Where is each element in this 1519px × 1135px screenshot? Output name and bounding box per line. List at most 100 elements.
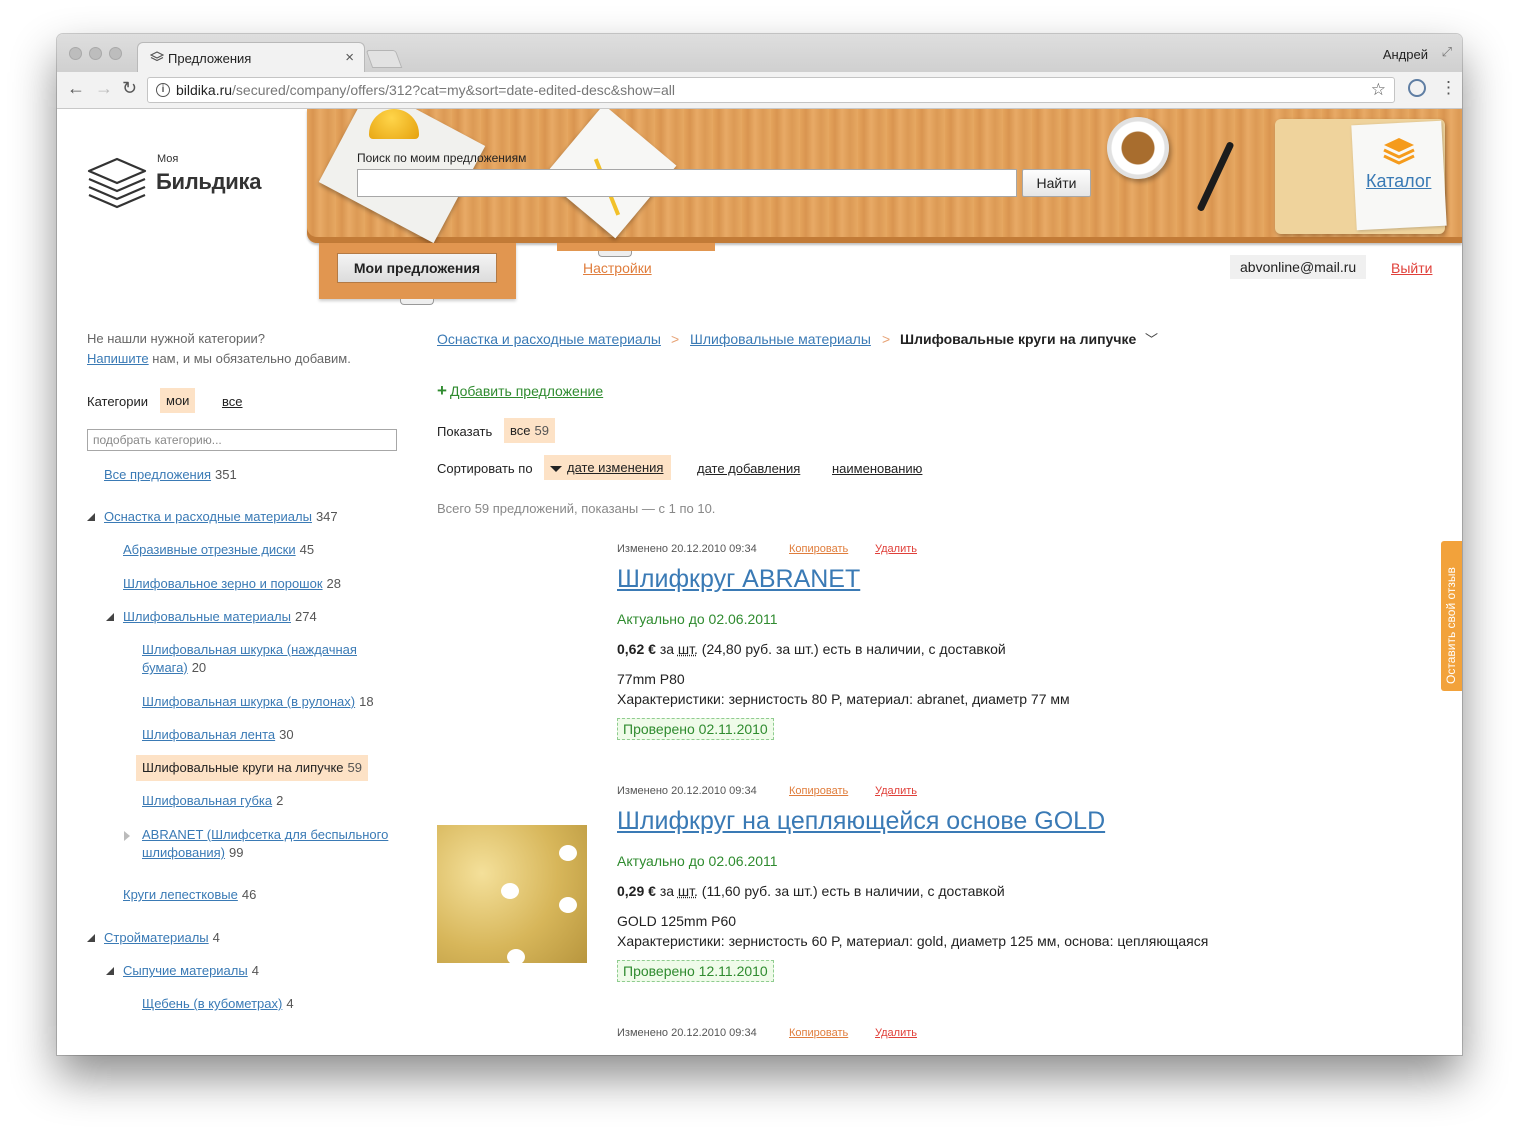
copy-offer-link[interactable]: Копировать — [789, 1027, 848, 1039]
tree-item-velcro-discs[interactable]: Шлифовальные круги на липучке 59 — [136, 755, 369, 781]
offer-checked-badge: Проверено 02.11.2010 — [617, 718, 774, 740]
drawer-handle — [400, 299, 434, 305]
delete-offer-link[interactable]: Удалить — [875, 543, 917, 555]
browser-window: Предложения × Андрей ⤢ ← → ↻ i bildika.r… — [57, 34, 1462, 1055]
offer-name: GOLD 125mm P60 — [617, 913, 737, 929]
catalog-link[interactable]: Каталог — [1366, 171, 1431, 192]
settings-link[interactable]: Настройки — [583, 260, 652, 276]
close-window-button[interactable] — [69, 47, 82, 60]
delete-offer-link[interactable]: Удалить — [875, 785, 917, 797]
sort-by-name[interactable]: наименованию — [832, 461, 922, 476]
offer-modified-date: Изменено 20.12.2010 09:34 — [617, 785, 757, 797]
browser-tab[interactable]: Предложения × — [137, 42, 365, 72]
sort-by-date-edited[interactable]: дате изменения — [544, 455, 672, 480]
extension-icon[interactable] — [1408, 79, 1426, 97]
category-filter-input[interactable] — [87, 429, 397, 451]
offer-specs: Характеристики: зернистость 60 P, матери… — [617, 933, 1209, 949]
user-email: abvonline@mail.ru — [1230, 255, 1367, 279]
tab-strip: Предложения × Андрей ⤢ — [57, 34, 1462, 72]
tree-item-sanding-belt[interactable]: Шлифовальная лента 30 — [142, 726, 294, 744]
collapsed-triangle-icon[interactable] — [124, 831, 130, 841]
my-offers-drawer: Мои предложения — [319, 243, 516, 299]
close-tab-icon[interactable]: × — [345, 49, 354, 66]
new-tab-button[interactable] — [365, 50, 403, 68]
categories-filter-all[interactable]: все — [222, 394, 243, 409]
tree-item-cutting-discs[interactable]: Абразивные отрезные диски 45 — [123, 541, 314, 559]
expand-triangle-icon[interactable] — [106, 613, 114, 621]
tree-item-construction[interactable]: Стройматериалы 4 — [104, 929, 220, 947]
search-button[interactable]: Найти — [1022, 169, 1091, 197]
browser-toolbar: ← → ↻ i bildika.ru/secured/company/offer… — [57, 72, 1462, 109]
delete-offer-link[interactable]: Удалить — [875, 1027, 917, 1039]
offer-checked-badge: Проверено 12.11.2010 — [617, 960, 774, 982]
tree-item-sanding-sponge[interactable]: Шлифовальная губка 2 — [142, 792, 283, 810]
search-label: Поиск по моим предложениям — [357, 151, 527, 165]
expand-triangle-icon[interactable] — [106, 967, 114, 975]
tree-item-all-offers[interactable]: Все предложения 351 — [104, 466, 237, 484]
logo-layers-icon[interactable] — [87, 157, 147, 209]
offer-title-link[interactable]: Шлифкруг ABRANET — [617, 565, 860, 594]
info-icon[interactable]: i — [156, 83, 170, 97]
copy-offer-link[interactable]: Копировать — [789, 785, 848, 797]
menu-dots-icon[interactable]: ⋮ — [1440, 78, 1457, 98]
tree-item-gravel[interactable]: Щебень (в кубометрах) 4 — [142, 995, 294, 1013]
reload-icon[interactable]: ↻ — [122, 78, 137, 99]
tree-item-sandpaper-rolls[interactable]: Шлифовальная шкурка (в рулонах) 18 — [142, 693, 374, 711]
logout-link[interactable]: Выйти — [1391, 260, 1432, 276]
missing-category-hint: Не нашли нужной категории? — [87, 331, 265, 346]
tree-item-grain[interactable]: Шлифовальное зерно и порошок 28 — [123, 575, 341, 593]
breadcrumb-separator-icon: > — [882, 331, 891, 347]
plus-icon: + — [437, 381, 447, 400]
layers-icon — [150, 51, 164, 62]
categories-filter-mine[interactable]: мои — [160, 388, 196, 413]
categories-label: Категории — [87, 394, 148, 409]
my-offers-tab[interactable]: Мои предложения — [337, 253, 497, 283]
drawer-handle — [598, 251, 632, 257]
fullscreen-icon[interactable]: ⤢ — [1442, 44, 1452, 60]
sort-desc-arrow-icon — [550, 465, 562, 472]
expand-triangle-icon[interactable] — [87, 513, 95, 521]
show-all-filter[interactable]: все 59 — [504, 418, 555, 443]
bookmark-star-icon[interactable]: ☆ — [1371, 80, 1386, 100]
tab-title: Предложения — [168, 51, 252, 66]
url-text[interactable]: bildika.ru/secured/company/offers/312?ca… — [176, 82, 675, 98]
zoom-window-button[interactable] — [109, 47, 122, 60]
sort-by-date-added[interactable]: дате добавления — [697, 461, 800, 476]
copy-offer-link[interactable]: Копировать — [789, 543, 848, 555]
logo-small-text: Моя — [157, 153, 179, 165]
offer-title-link[interactable]: Шлифкруг на цепляющейся основе GOLD — [617, 807, 1105, 836]
tree-item-tools[interactable]: Оснастка и расходные материалы 347 — [104, 508, 338, 526]
breadcrumb-separator-icon: > — [671, 331, 680, 347]
tree-item-bulk-materials[interactable]: Сыпучие материалы 4 — [123, 962, 259, 980]
catalog-layers-icon[interactable] — [1383, 137, 1415, 167]
sort-label: Сортировать по — [437, 461, 533, 476]
offer-specs: Характеристики: зернистость 80 P, матери… — [617, 691, 1070, 707]
tree-item-grinding-materials[interactable]: Шлифовальные материалы 274 — [123, 608, 317, 626]
breadcrumb-item[interactable]: Оснастка и расходные материалы — [437, 331, 661, 347]
back-arrow-icon[interactable]: ← — [67, 78, 85, 99]
minimize-window-button[interactable] — [89, 47, 102, 60]
offer-name: 77mm P80 — [617, 671, 685, 687]
profile-name[interactable]: Андрей — [1383, 47, 1428, 62]
offer-valid-until: Актуально до 02.06.2011 — [617, 611, 778, 627]
write-us-link[interactable]: Напишите — [87, 351, 149, 366]
add-offer-link[interactable]: + Добавить предложение — [437, 381, 603, 401]
tree-item-abranet[interactable]: ABRANET (Шлифсетка для беспыльного шлифов… — [142, 826, 388, 862]
settings-drawer — [557, 243, 715, 251]
expand-triangle-icon[interactable] — [87, 934, 95, 942]
tree-item-flap-discs[interactable]: Круги лепестковые 46 — [123, 886, 256, 904]
chevron-down-icon[interactable]: ﹀ — [1145, 329, 1158, 348]
address-bar[interactable]: i bildika.ru/secured/company/offers/312?… — [147, 77, 1395, 103]
tree-item-sandpaper[interactable]: Шлифовальная шкурка (наждачная бумага) 20 — [142, 641, 357, 677]
page: Моя Бильдика Каталог Поиск по моим предл… — [57, 109, 1462, 1055]
offer-image[interactable] — [437, 825, 587, 963]
offer-price: 0,62 € за шт. (24,80 руб. за шт.) есть в… — [617, 641, 1006, 657]
logo-title[interactable]: Бильдика — [156, 169, 261, 195]
feedback-tab[interactable]: Оставить свой отзыв — [1441, 541, 1462, 691]
breadcrumb-current: Шлифовальные круги на липучке — [900, 331, 1137, 347]
breadcrumb-item[interactable]: Шлифовальные материалы — [690, 331, 871, 347]
search-input[interactable] — [357, 169, 1017, 197]
offer-valid-until: Актуально до 02.06.2011 — [617, 853, 778, 869]
offer-modified-date: Изменено 20.12.2010 09:34 — [617, 543, 757, 555]
forward-arrow-icon[interactable]: → — [95, 78, 113, 99]
